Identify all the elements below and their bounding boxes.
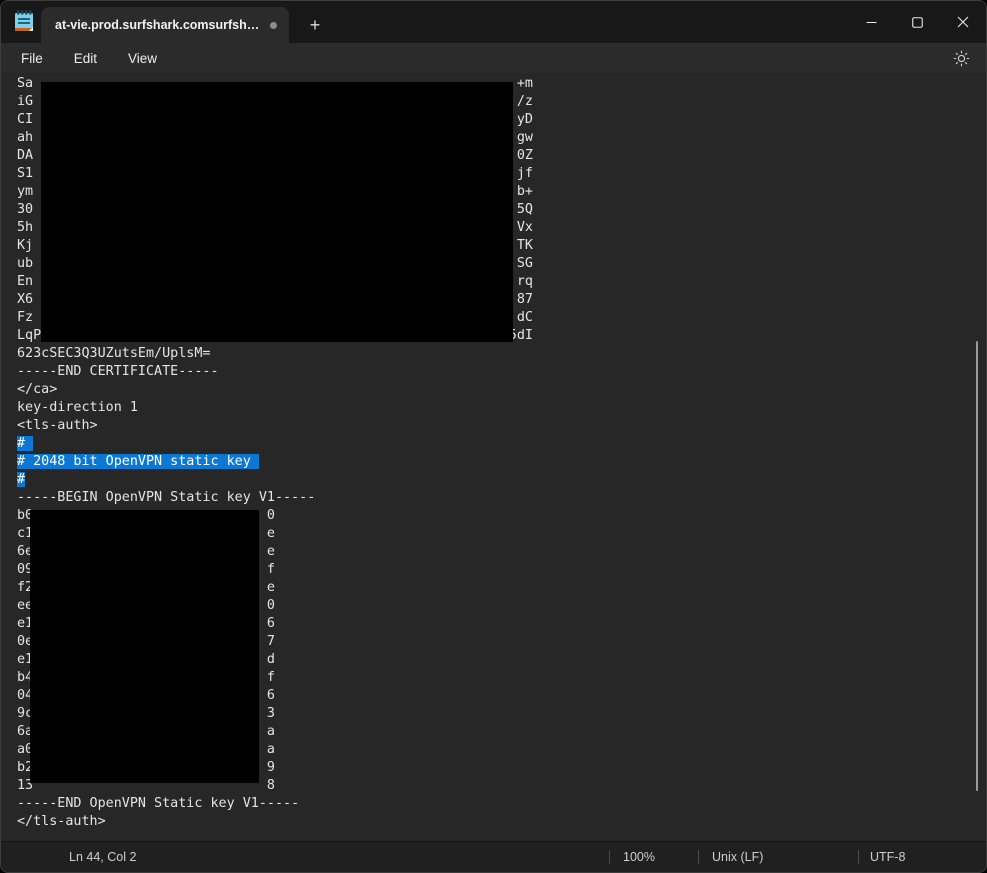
settings-button[interactable] bbox=[946, 45, 976, 71]
statusbar-divider bbox=[698, 850, 699, 864]
menu-item-edit[interactable]: Edit bbox=[64, 47, 107, 70]
code-line: <tls-auth> bbox=[17, 417, 533, 435]
statusbar-divider bbox=[609, 850, 610, 864]
unsaved-dot bbox=[270, 22, 277, 29]
maximize-icon bbox=[912, 17, 923, 28]
selected-text: # 2048 bit OpenVPN static key bbox=[17, 454, 259, 469]
plus-icon: + bbox=[310, 16, 321, 34]
notepad-window: at-vie.prod.surfshark.comsurfshark + bbox=[0, 0, 987, 873]
cursor-position: Ln 44, Col 2 bbox=[69, 850, 136, 864]
code-line: -----END OpenVPN Static key V1----- bbox=[17, 795, 533, 813]
menu-item-view[interactable]: View bbox=[118, 47, 167, 70]
encoding: UTF-8 bbox=[870, 850, 905, 864]
code-line: -----BEGIN OpenVPN Static key V1----- bbox=[17, 489, 533, 507]
code-line: 623cSEC3Q3UZutsEm/UplsM= bbox=[17, 345, 533, 363]
code-line: key-direction 1 bbox=[17, 399, 533, 417]
code-line: # bbox=[17, 435, 533, 453]
close-icon bbox=[957, 16, 969, 28]
redaction-box-static-key bbox=[30, 510, 259, 783]
code-line: # 2048 bit OpenVPN static key bbox=[17, 453, 533, 471]
statusbar: Ln 44, Col 2 100% Unix (LF) UTF-8 bbox=[1, 841, 986, 872]
code-line: </ca> bbox=[17, 381, 533, 399]
selected-text: # bbox=[17, 436, 33, 451]
tab-title: at-vie.prod.surfshark.comsurfshark bbox=[55, 18, 262, 32]
redaction-box-certificate bbox=[41, 82, 513, 342]
vertical-scrollbar-thumb[interactable] bbox=[976, 341, 978, 791]
zoom-level: 100% bbox=[623, 850, 655, 864]
notepad-icon bbox=[13, 9, 35, 35]
maximize-button[interactable] bbox=[894, 1, 940, 43]
tab-active[interactable]: at-vie.prod.surfshark.comsurfshark bbox=[41, 7, 289, 43]
new-tab-button[interactable]: + bbox=[299, 11, 331, 39]
code-line: -----END CERTIFICATE----- bbox=[17, 363, 533, 381]
minimize-button[interactable] bbox=[848, 1, 894, 43]
code-line: # bbox=[17, 471, 533, 489]
code-line: </tls-auth> bbox=[17, 813, 533, 831]
caption-buttons bbox=[848, 1, 986, 43]
selected-text: # bbox=[17, 472, 25, 487]
gear-icon bbox=[953, 50, 970, 67]
statusbar-divider bbox=[858, 850, 859, 864]
close-button[interactable] bbox=[940, 1, 986, 43]
titlebar: at-vie.prod.surfshark.comsurfshark + bbox=[1, 1, 986, 43]
minimize-icon bbox=[866, 17, 877, 28]
text-editor[interactable]: Sa +miG /zCI yDah bbox=[1, 73, 986, 841]
line-ending-type: Unix (LF) bbox=[712, 850, 763, 864]
menu-item-file[interactable]: File bbox=[11, 47, 53, 70]
menubar: File Edit View bbox=[1, 43, 986, 73]
